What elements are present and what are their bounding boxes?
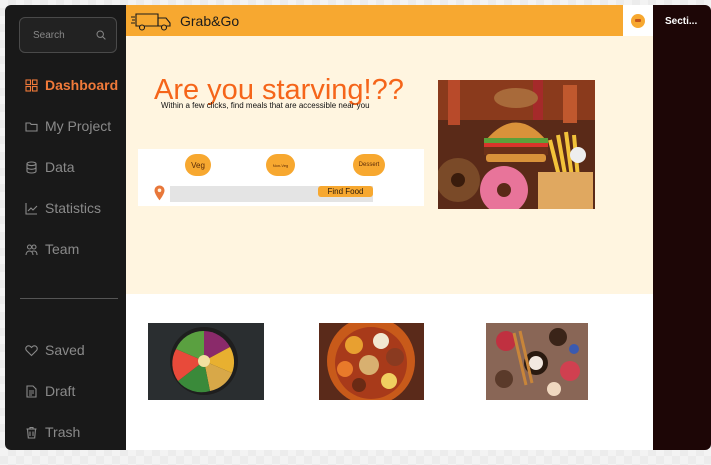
top-bar: Grab&Go (126, 5, 653, 36)
sidebar-item-statistics[interactable]: Statistics (25, 200, 101, 216)
dessert-platter-photo (486, 323, 588, 400)
chip-veg[interactable]: Veg (185, 154, 211, 176)
hero-subtitle: Within a few clicks, find meals that are… (161, 101, 370, 110)
search-icon (96, 30, 106, 40)
sidebar-item-label: Team (45, 241, 80, 257)
sidebar-item-team[interactable]: Team (25, 241, 79, 257)
sidebar-item-saved[interactable]: Saved (25, 342, 85, 358)
search-placeholder: Search (33, 29, 65, 41)
brand-name: Grab&Go (180, 13, 240, 29)
heart-icon (25, 344, 38, 356)
chip-non-veg[interactable]: Non-Veg (266, 154, 295, 176)
sidebar-item-my-project[interactable]: My Project (25, 118, 111, 134)
database-icon (26, 160, 37, 174)
sidebar-item-label: My Project (45, 118, 112, 134)
sidebar: Search Dashboard My Project Data Statist… (5, 5, 126, 450)
vegetable-bowl-photo (148, 323, 264, 400)
gallery-card-2[interactable] (319, 323, 424, 400)
find-food-button[interactable]: Find Food (318, 186, 373, 197)
sidebar-item-label: Saved (45, 342, 85, 358)
indian-thali-photo (319, 323, 424, 400)
delivery-truck-icon (131, 13, 171, 31)
sidebar-item-draft[interactable]: Draft (25, 383, 75, 399)
sidebar-divider (20, 298, 118, 299)
folder-icon (25, 121, 38, 132)
section-label[interactable]: Secti... (665, 16, 697, 27)
sidebar-item-trash[interactable]: Trash (25, 424, 80, 440)
trash-icon (26, 426, 37, 439)
location-pin-icon (154, 185, 165, 201)
sidebar-item-data[interactable]: Data (25, 159, 75, 175)
hero-food-image (438, 80, 595, 209)
chip-dessert[interactable]: Dessert (353, 154, 385, 176)
sidebar-item-label: Data (45, 159, 75, 175)
main-content: Grab&Go Are you starving!?? Within a few… (126, 5, 653, 450)
food-filter-panel: Veg Non-Veg Dessert Find Food (138, 149, 424, 206)
gallery-card-1[interactable] (148, 323, 264, 400)
brand-logo[interactable]: Grab&Go (130, 9, 239, 33)
team-icon (25, 243, 38, 255)
sidebar-item-label: Statistics (45, 200, 102, 216)
food-avatar-icon (631, 13, 645, 28)
chart-icon (25, 202, 38, 215)
draft-icon (26, 384, 37, 398)
search-input[interactable]: Search (19, 17, 117, 53)
burger-and-fast-food-photo (438, 80, 595, 209)
hero-section: Are you starving!?? Within a few clicks,… (126, 36, 653, 294)
sidebar-item-dashboard[interactable]: Dashboard (25, 77, 118, 93)
gallery-card-3[interactable] (486, 323, 588, 400)
sidebar-item-label: Draft (45, 383, 76, 399)
sidebar-item-label: Dashboard (45, 77, 119, 93)
avatar[interactable] (623, 5, 653, 36)
grid-icon (25, 78, 38, 92)
right-panel: Secti... (653, 5, 711, 450)
sidebar-item-label: Trash (45, 424, 81, 440)
